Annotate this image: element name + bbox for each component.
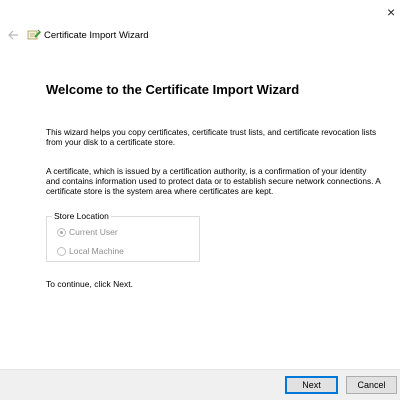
page-title: Welcome to the Certificate Import Wizard	[46, 82, 300, 97]
radio-current-user[interactable]: Current User	[57, 226, 118, 238]
next-button[interactable]: Next	[285, 376, 338, 394]
radio-local-machine[interactable]: Local Machine	[57, 245, 124, 257]
certificate-icon	[27, 28, 41, 42]
back-arrow-icon[interactable]	[6, 28, 20, 42]
radio-label-local-machine: Local Machine	[69, 246, 124, 256]
intro-paragraph: This wizard helps you copy certificates,…	[46, 127, 377, 147]
radio-button-checked[interactable]	[57, 227, 66, 237]
store-location-label: Store Location	[52, 211, 111, 221]
close-icon[interactable]: ×	[387, 4, 400, 20]
cancel-button[interactable]: Cancel	[346, 376, 397, 394]
window-title: Certificate Import Wizard	[44, 30, 149, 41]
certificate-description: A certificate, which is issued by a cert…	[46, 166, 381, 196]
footer-bar	[0, 369, 400, 400]
continue-instruction: To continue, click Next.	[46, 279, 133, 289]
radio-button-unchecked[interactable]	[57, 246, 66, 256]
radio-label-current-user: Current User	[69, 227, 118, 237]
